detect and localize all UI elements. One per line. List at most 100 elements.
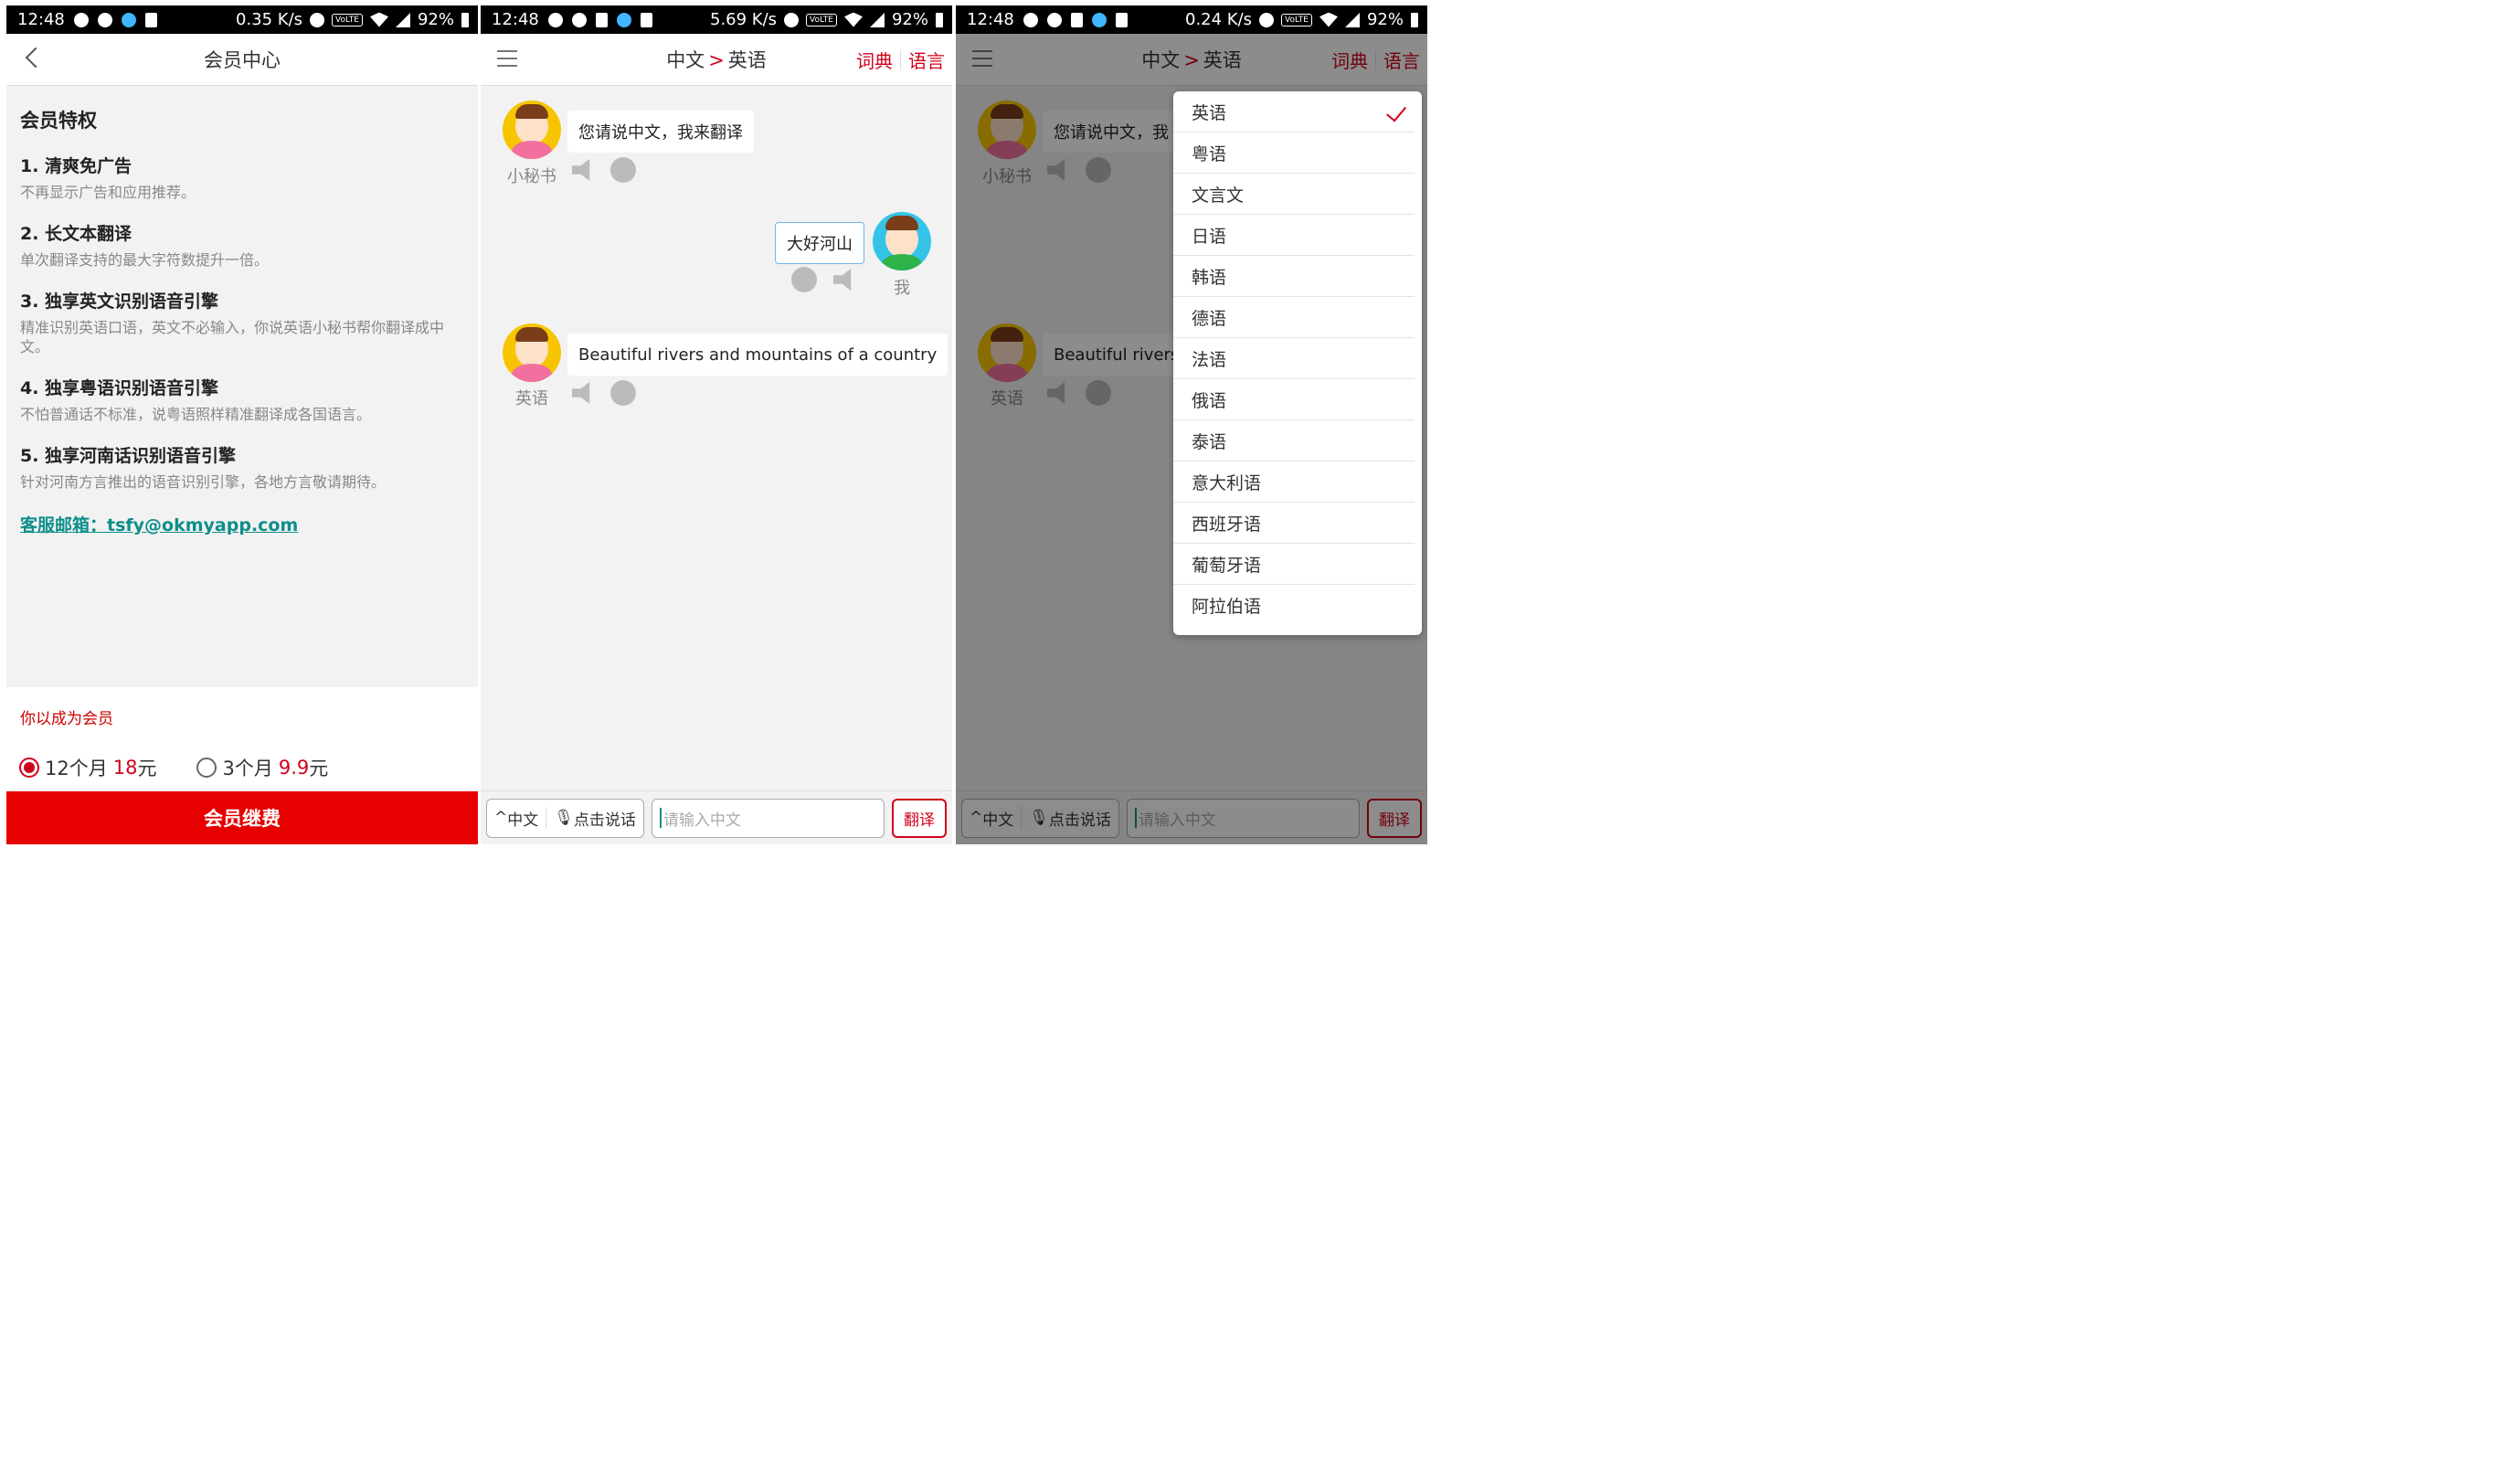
perk-item: 5. 独享河南话识别语音引擎 针对河南方言推出的语音识别引擎，各地方言敬请期待。 (20, 442, 464, 492)
plan-price: 18 (112, 757, 138, 779)
volte-icon: VoLTE (806, 13, 837, 26)
target-language: 英语 (727, 49, 767, 71)
renew-membership-button[interactable]: 会员继费 (6, 791, 478, 844)
language-pair-title[interactable]: 中文 > 英语 (666, 46, 767, 73)
perk-desc: 不怕普通话不标准，说粤语照样精准翻译成各国语言。 (20, 406, 372, 423)
perk-title: 2. 长文本翻译 (20, 224, 132, 244)
perk-title: 4. 独享粤语识别语音引擎 (20, 378, 219, 398)
network-speed: 0.35 K/s (236, 10, 303, 29)
app-bar: 会员中心 (6, 34, 478, 86)
app-notification-icon (571, 12, 587, 27)
qq-icon (1091, 12, 1107, 27)
battery-percent: 92% (891, 10, 928, 29)
language-option[interactable]: 日语 (1173, 215, 1415, 256)
language-option[interactable]: 韩语 (1173, 256, 1415, 297)
app-notification-icon (97, 12, 112, 27)
battery-percent: 92% (417, 10, 454, 29)
status-time: 12:48 (967, 10, 1014, 29)
language-option[interactable]: 英语 (1173, 91, 1415, 132)
language-label: 日语 (1192, 226, 1227, 247)
language-option[interactable]: 西班牙语 (1173, 503, 1415, 544)
dictionary-button[interactable]: 词典 (856, 47, 893, 73)
speaker-icon[interactable] (833, 269, 852, 291)
battery-icon (461, 12, 469, 27)
phone-icon (1115, 12, 1128, 27)
perk-desc: 精准识别英语口语，英文不必输入，你说英语小秘书帮你翻译成中文。 (20, 319, 445, 355)
language-option[interactable]: 文言文 (1173, 174, 1415, 215)
plan-unit: 元 (309, 758, 329, 779)
language-label: 法语 (1192, 349, 1227, 370)
language-option[interactable]: 泰语 (1173, 420, 1415, 461)
language-label: 韩语 (1192, 267, 1227, 288)
back-arrow-icon[interactable] (25, 47, 47, 69)
speaker-icon[interactable] (572, 382, 590, 404)
alarm-icon (310, 12, 325, 27)
radio-selected[interactable] (19, 758, 39, 778)
input-language-toggle[interactable]: ^ 中文 (487, 807, 547, 830)
language-label: 文言文 (1192, 185, 1245, 206)
voice-play-icon[interactable] (610, 157, 636, 183)
language-option[interactable]: 意大利语 (1173, 461, 1415, 503)
language-option[interactable]: 阿拉伯语 (1173, 585, 1415, 626)
perk-item: 1. 清爽免广告 不再显示广告和应用推荐。 (20, 153, 464, 202)
plan-price: 9.9 (278, 757, 310, 779)
sender-name: 小秘书 (507, 167, 556, 186)
network-speed: 0.24 K/s (1185, 10, 1253, 29)
translate-button[interactable]: 翻译 (892, 798, 947, 838)
member-status-note: 你以成为会员 (20, 710, 113, 728)
language-menu-screen: 12:48 0.24 K/s VoLTE 92% 中文 > 英语 词典 语言 小… (956, 5, 1427, 844)
network-speed: 5.69 K/s (710, 10, 778, 29)
membership-purchase: 你以成为会员 12个月 18 元 3个月 9.9 元 会员继费 (6, 687, 478, 844)
signal-icon (395, 12, 410, 27)
voice-play-icon[interactable] (791, 267, 817, 292)
wifi-icon (843, 12, 863, 27)
arrow-separator: > (708, 49, 725, 71)
status-bar: 12:48 5.69 K/s VoLTE 92% (481, 5, 952, 34)
qq-icon (616, 12, 631, 27)
plan-12-months[interactable]: 12个月 18 元 (19, 754, 156, 781)
image-icon (1070, 12, 1083, 27)
sender-name: 英语 (515, 389, 548, 408)
language-option[interactable]: 德语 (1173, 297, 1415, 338)
message-bubble: 大好河山 (775, 222, 864, 264)
plan-options: 12个月 18 元 3个月 9.9 元 (6, 728, 478, 781)
language-label: 意大利语 (1192, 472, 1262, 493)
voice-play-icon[interactable] (610, 380, 636, 406)
language-option[interactable]: 法语 (1173, 338, 1415, 379)
source-language: 中文 (666, 49, 705, 71)
perks-heading: 会员特权 (20, 110, 97, 132)
voice-control: ^ 中文 🎙 点击说话 (486, 798, 644, 838)
perk-item: 3. 独享英文识别语音引擎 精准识别英语口语，英文不必输入，你说英语小秘书帮你翻… (20, 288, 464, 356)
status-time: 12:48 (492, 10, 539, 29)
phone-icon (640, 12, 652, 27)
voice-button[interactable]: 🎙 点击说话 (546, 807, 643, 830)
alarm-icon (784, 12, 800, 27)
language-option[interactable]: 粤语 (1173, 132, 1415, 174)
language-option[interactable]: 俄语 (1173, 379, 1415, 420)
perk-desc: 单次翻译支持的最大字符数提升一倍。 (20, 251, 270, 269)
user-avatar (873, 212, 931, 270)
status-bar: 12:48 0.35 K/s VoLTE 92% (6, 5, 478, 34)
voice-button-label: 点击说话 (573, 811, 636, 830)
plan-3-months[interactable]: 3个月 9.9 元 (196, 754, 328, 781)
language-button[interactable]: 语言 (908, 47, 945, 73)
member-center-screen: 12:48 0.35 K/s VoLTE 92% 会员中心 会员特权 1. 清爽… (6, 5, 478, 844)
radio-unselected[interactable] (196, 758, 217, 778)
volte-icon: VoLTE (332, 13, 363, 26)
notification-icon (1023, 12, 1038, 27)
input-bar: ^ 中文 🎙 点击说话 请输入中文 翻译 (481, 790, 952, 844)
input-language: 中文 (507, 811, 539, 830)
alarm-icon (1259, 12, 1275, 27)
text-input[interactable]: 请输入中文 (651, 798, 885, 838)
translator-screen: 12:48 5.69 K/s VoLTE 92% 中文 > 英语 词典 语言 小… (481, 5, 952, 844)
page-title: 会员中心 (204, 49, 281, 71)
language-dropdown: 英语 粤语 文言文 日语 韩语 德语 法语 俄语 泰语 意大利语 西班牙语 葡萄… (1173, 91, 1422, 635)
perk-title: 3. 独享英文识别语音引擎 (20, 292, 219, 312)
language-label: 葡萄牙语 (1192, 555, 1262, 576)
speaker-icon[interactable] (572, 159, 590, 181)
support-email-link[interactable]: 客服邮箱：tsfy@okmyapp.com (20, 512, 298, 536)
wifi-icon (369, 12, 388, 27)
notification-icon (547, 12, 563, 27)
language-option[interactable]: 葡萄牙语 (1173, 544, 1415, 585)
menu-icon[interactable] (497, 50, 517, 67)
